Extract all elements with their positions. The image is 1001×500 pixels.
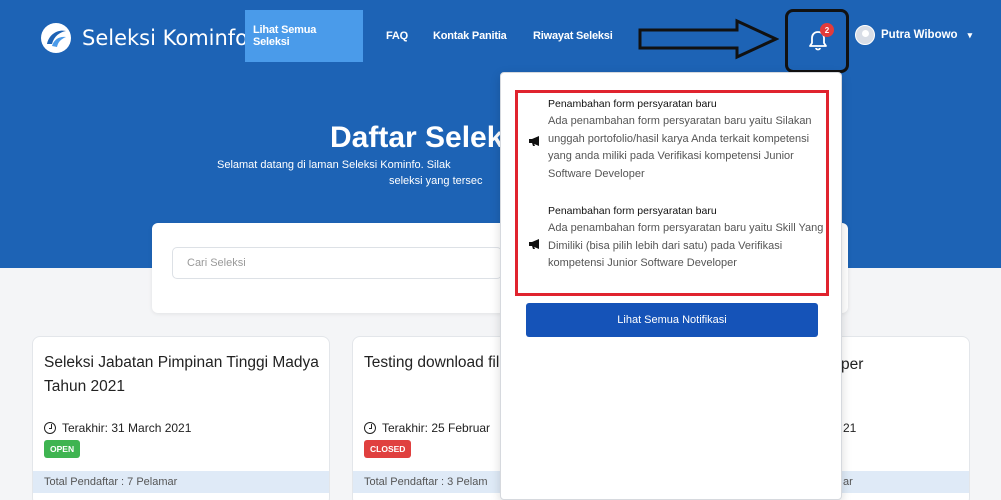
notification-bell-button[interactable]: 2 — [785, 9, 849, 73]
card-footer: Total Pendaftar : 7 Pelamar — [33, 471, 329, 493]
status-badge: CLOSED — [364, 440, 412, 458]
status-badge: OPEN — [44, 440, 81, 458]
notification-item[interactable]: Penambahan form persyaratan baru Ada pen… — [548, 204, 828, 273]
card-deadline: Terakhir: 31 March 2021 — [44, 421, 191, 435]
avatar-icon — [855, 25, 875, 45]
user-name: Putra Wibowo — [881, 29, 958, 41]
clock-icon — [44, 422, 56, 434]
notification-count-badge: 2 — [820, 23, 834, 37]
search-input[interactable]: Cari Seleksi — [172, 247, 502, 279]
notification-item[interactable]: Penambahan form persyaratan baru Ada pen… — [548, 97, 828, 183]
notification-body: Ada penambahan form persyaratan baru yai… — [548, 115, 812, 180]
megaphone-icon — [529, 136, 539, 146]
brand-logo-icon — [41, 23, 71, 53]
navbar: Seleksi Kominfo Lihat Semua Seleksi FAQ … — [0, 0, 1001, 62]
notification-title: Penambahan form persyaratan baru — [548, 98, 717, 110]
see-all-notifications-button[interactable]: Lihat Semua Notifikasi — [526, 303, 818, 337]
card-deadline: 21 — [843, 421, 856, 435]
card-title[interactable]: per — [841, 353, 969, 377]
chevron-down-icon: ▾ — [967, 29, 973, 40]
page-subtitle-line2: seleksi yang tersec — [389, 175, 483, 187]
card-deadline-text: Terakhir: 31 March 2021 — [62, 421, 192, 435]
nav-item-lihat-semua-seleksi[interactable]: Lihat Semua Seleksi — [245, 10, 363, 62]
brand[interactable]: Seleksi Kominfo — [40, 22, 248, 54]
notification-dropdown: Penambahan form persyaratan baru Ada pen… — [500, 72, 842, 500]
nav-item-faq[interactable]: FAQ — [378, 10, 416, 62]
user-menu[interactable]: Putra Wibowo ▾ — [855, 25, 972, 45]
card-deadline-text: 21 — [843, 421, 857, 435]
card-deadline: Terakhir: 25 Februar — [364, 421, 490, 435]
nav-item-kontak-panitia[interactable]: Kontak Panitia — [425, 10, 515, 62]
notification-title: Penambahan form persyaratan baru — [548, 205, 717, 217]
notification-body: Ada penambahan form persyaratan baru yai… — [548, 222, 824, 269]
page-title: Daftar Selek — [330, 121, 504, 154]
card-deadline-text: Terakhir: 25 Februar — [382, 421, 491, 435]
card-title[interactable]: Seleksi Jabatan Pimpinan Tinggi Madya Ta… — [44, 351, 324, 399]
brand-name: Seleksi Kominfo — [82, 26, 249, 50]
megaphone-icon — [529, 239, 539, 249]
page-subtitle-line1: Selamat datang di laman Seleksi Kominfo.… — [217, 159, 451, 171]
clock-icon — [364, 422, 376, 434]
arrow-annotation-icon — [638, 18, 779, 60]
nav-item-riwayat-seleksi[interactable]: Riwayat Seleksi — [525, 10, 621, 62]
selection-card[interactable]: Seleksi Jabatan Pimpinan Tinggi Madya Ta… — [32, 336, 330, 500]
